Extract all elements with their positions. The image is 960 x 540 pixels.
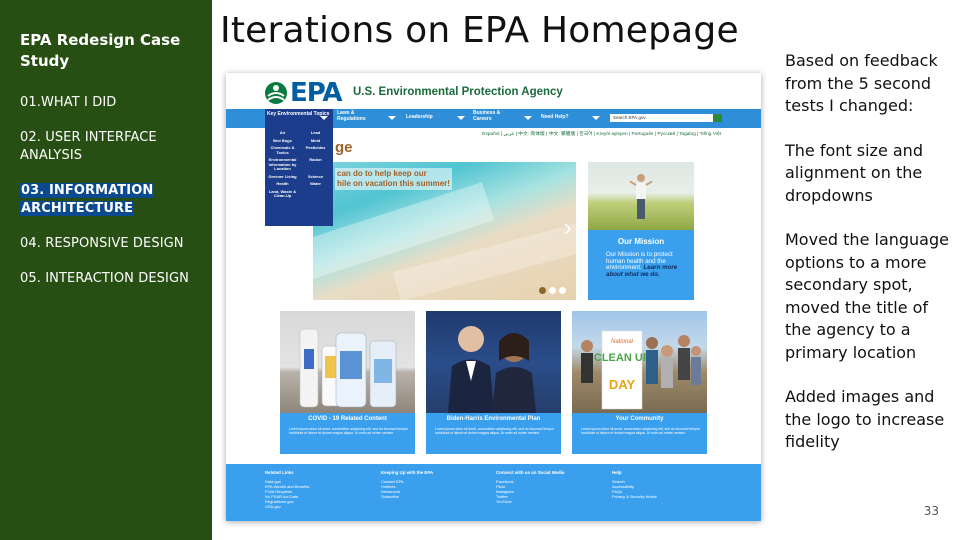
sidebar-item-interaction-design[interactable]: 05. INTERACTION DESIGN bbox=[20, 270, 200, 288]
dropdown-item[interactable]: Radon bbox=[300, 157, 331, 172]
chevron-down-icon bbox=[524, 116, 532, 120]
dropdown-item[interactable]: Chemicals & Toxics bbox=[267, 145, 298, 155]
community-image: National CLEAN UP DAY bbox=[572, 311, 707, 413]
mission-body: Our Mission is to protect human health a… bbox=[606, 251, 690, 278]
agency-name: U.S. Environmental Protection Agency bbox=[353, 86, 563, 98]
epa-logo-text: EPA bbox=[290, 78, 343, 108]
footer-heading: Help bbox=[612, 470, 622, 475]
carousel-dots bbox=[539, 287, 566, 294]
sign-text: DAY bbox=[609, 377, 636, 392]
cleaning-supplies-image bbox=[299, 328, 397, 408]
footer-column: Connect with us on Social Media Facebook… bbox=[496, 470, 564, 504]
nav-business-careers[interactable]: Business & Careers bbox=[473, 110, 513, 122]
footer-heading: Keeping Up with the EPA bbox=[381, 470, 434, 475]
sign-text: National bbox=[611, 339, 634, 345]
biden-harris-card-body: Lorem ipsum dolor sit amet, consectetur … bbox=[435, 427, 554, 436]
epa-flower-icon bbox=[265, 82, 287, 104]
chevron-down-icon bbox=[457, 116, 465, 120]
note-paragraph: Added images and the logo to increase fi… bbox=[785, 387, 945, 451]
community-card-title: Your Community bbox=[615, 416, 664, 422]
sidebar-item-ui-analysis[interactable]: 02. USER INTERFACE ANALYSIS bbox=[20, 129, 200, 165]
slide-notes: Based on feedback from the 5 second test… bbox=[785, 50, 955, 476]
note-paragraph: Based on feedback from the 5 second test… bbox=[785, 51, 938, 115]
epa-header: EPA U.S. Environmental Protection Agency bbox=[226, 73, 761, 109]
covid-card-body: Lorem ipsum dolor sit amet, consectetur … bbox=[289, 427, 408, 436]
chevron-down-icon bbox=[320, 116, 328, 120]
search-button[interactable] bbox=[713, 114, 722, 122]
covid-image bbox=[280, 311, 415, 413]
dropdown-item[interactable]: Pesticides bbox=[300, 145, 331, 155]
sidebar: EPA Redesign Case Study 01.WHAT I DID 02… bbox=[0, 0, 212, 540]
footer-heading: Connect with us on Social Media bbox=[496, 470, 565, 475]
dropdown-item[interactable]: Lead bbox=[300, 130, 331, 136]
mission-title: Our Mission bbox=[617, 237, 665, 246]
sidebar-item-responsive-design[interactable]: 04. RESPONSIVE DESIGN bbox=[20, 235, 200, 253]
community-card-body: Lorem ipsum dolor sit amet, consectetur … bbox=[581, 427, 700, 436]
portrait-image bbox=[448, 326, 536, 413]
biden-harris-card-title: Biden-Harris Environmental Plan bbox=[446, 416, 541, 422]
dropdown-item[interactable]: Water bbox=[300, 181, 331, 187]
covid-card-title: COVID - 19 Related Content bbox=[308, 416, 387, 422]
nav-need-help[interactable]: Need Help? bbox=[541, 114, 581, 121]
clean-up-day-image: National CLEAN UP DAY bbox=[581, 330, 701, 410]
hero-caption-line: can do to help keep our bbox=[337, 169, 427, 178]
dropdown-item[interactable]: Health bbox=[267, 181, 298, 187]
search-input[interactable]: Search EPA.gov bbox=[610, 114, 714, 122]
dropdown-item[interactable]: Environmental Information by Location bbox=[267, 157, 298, 172]
note-paragraph: The font size and alignment on the dropd… bbox=[785, 140, 923, 205]
footer-heading: Related Links bbox=[265, 470, 294, 475]
epa-homepage-mockup: EPA U.S. Environmental Protection Agency… bbox=[226, 73, 761, 521]
carousel-dot[interactable] bbox=[549, 287, 556, 294]
footer-links[interactable]: Contact EPA Hotlines Newsroom Subscribe bbox=[381, 479, 433, 499]
note-paragraph: Moved the language options to a more sec… bbox=[785, 230, 949, 362]
epa-logo[interactable]: EPA bbox=[264, 78, 343, 108]
biden-harris-image bbox=[426, 311, 561, 413]
nav-laws-regulations[interactable]: Laws & Regulations bbox=[337, 110, 377, 122]
sign-text: CLEAN UP bbox=[594, 352, 650, 364]
nav-leadership[interactable]: Leadership bbox=[406, 114, 446, 121]
main-nav: Key Environmental Topics Laws & Regulati… bbox=[226, 109, 761, 128]
hero-caption-line: hile on vacation this summer! bbox=[337, 179, 450, 188]
hero-caption: can do to help keep our hile on vacation… bbox=[335, 168, 452, 190]
mission-image bbox=[588, 162, 694, 230]
footer-column: Related Links Data.gov EPA Wealth and Be… bbox=[265, 470, 309, 509]
chevron-right-icon[interactable]: › bbox=[563, 214, 572, 240]
community-card[interactable]: National CLEAN UP DAY Your Community Lor… bbox=[572, 311, 707, 454]
dropdown-item[interactable]: Greener Living bbox=[267, 174, 298, 180]
carousel-dot[interactable] bbox=[559, 287, 566, 294]
sidebar-item-information-architecture[interactable]: 03. INFORMATION ARCHITECTURE bbox=[20, 182, 200, 218]
site-footer: Related Links Data.gov EPA Wealth and Be… bbox=[226, 464, 761, 521]
footer-links[interactable]: Facebook Flickr Instagram Twitter YouTub… bbox=[496, 479, 564, 504]
page-number: 33 bbox=[923, 504, 939, 518]
dropdown-item[interactable]: Bed Bugs bbox=[267, 138, 298, 144]
slide-title: Iterations on EPA Homepage bbox=[220, 10, 739, 51]
biden-harris-card[interactable]: Biden-Harris Environmental Plan Lorem ip… bbox=[426, 311, 561, 454]
chevron-down-icon bbox=[388, 116, 396, 120]
sidebar-item-what-i-did[interactable]: 01.WHAT I DID bbox=[20, 94, 200, 112]
dropdown-item[interactable]: Science bbox=[300, 174, 331, 180]
sidebar-title: EPA Redesign Case Study bbox=[20, 31, 181, 70]
topics-dropdown-menu: Air Lead Bed Bugs Mold Chemicals & Toxic… bbox=[265, 128, 333, 226]
carousel-dot[interactable] bbox=[539, 287, 546, 294]
footer-links[interactable]: Data.gov EPA Wealth and Benefits FOIA Re… bbox=[265, 479, 309, 509]
covid-card[interactable]: COVID - 19 Related Content Lorem ipsum d… bbox=[280, 311, 415, 454]
dropdown-item[interactable]: Air bbox=[267, 130, 298, 136]
dropdown-item[interactable]: Mold bbox=[300, 138, 331, 144]
person-image bbox=[630, 174, 652, 219]
language-options[interactable]: Español | عربي | 中文: 简体版 | 中文: 繁體版 | 한국어… bbox=[482, 130, 721, 137]
mission-card[interactable]: Our Mission Our Mission is to protect hu… bbox=[588, 162, 694, 300]
footer-column: Help Search Accessibility FAQs Privacy &… bbox=[612, 470, 657, 499]
page-heading: ge bbox=[335, 139, 353, 156]
dropdown-item[interactable]: Land, Waste & Clean-Up bbox=[267, 189, 298, 199]
footer-links[interactable]: Search Accessibility FAQs Privacy & Secu… bbox=[612, 479, 657, 499]
footer-column: Keeping Up with the EPA Contact EPA Hotl… bbox=[381, 470, 433, 499]
hero-carousel[interactable]: can do to help keep our hile on vacation… bbox=[313, 162, 576, 300]
chevron-down-icon bbox=[592, 116, 600, 120]
